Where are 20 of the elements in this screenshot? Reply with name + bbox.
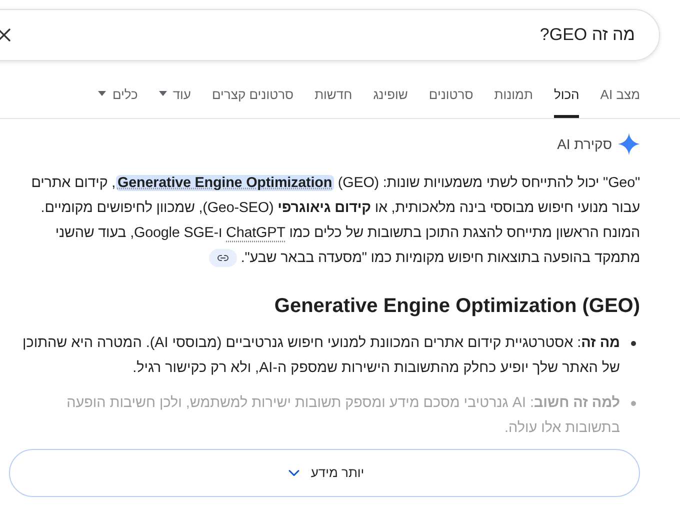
tab[interactable]: חדשות — [314, 83, 352, 118]
bullet-item: למה זה חשוב: AI גנרטיבי מסכם מידע ומספק תשובות ישירות למשתמש, ולכן חשיבות הופעה בתשובות אלו עולה. — [20, 391, 640, 441]
tab[interactable]: סרטונים קצרים — [212, 83, 294, 118]
caret-icon — [98, 91, 106, 96]
tab[interactable]: תמונות — [494, 83, 533, 118]
caret-icon — [158, 91, 167, 96]
more-button[interactable]: יותר מידע — [9, 449, 640, 497]
tab[interactable]: מצב AI — [600, 83, 640, 118]
overview-title: סקירת AI — [557, 134, 612, 154]
tab[interactable]: שופינג — [373, 83, 408, 118]
search-field[interactable]: מה זה GEO? — [0, 9, 660, 61]
sparkle-icon — [618, 133, 640, 155]
link-chip[interactable] — [208, 249, 237, 268]
dropdown-tab[interactable]: כלים — [98, 83, 138, 118]
bullet-item: מה זה: אסטרטגיית קידום אתרים המכוונת למנועי חיפוש גנרטיביים (מבוססי AI). המטרה היא שהתוכן של האתר שלך יופיע כחלק מהתשובות הישירות שמספק ה-AI, ולא רק כקישור רגיל. — [20, 331, 640, 381]
section-heading: Generative Engine Optimization (GEO) — [273, 294, 640, 319]
tab[interactable]: הכול — [554, 83, 580, 118]
chatgpt-link[interactable]: ChatGPT — [226, 225, 286, 241]
tab[interactable]: סרטונים — [428, 83, 474, 118]
dropdown-tab[interactable]: עוד — [158, 83, 191, 118]
